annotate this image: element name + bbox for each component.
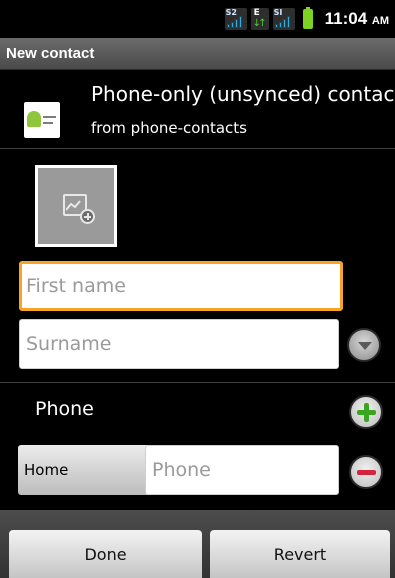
title-bar: New contact (0, 38, 395, 70)
done-button[interactable]: Done (9, 530, 202, 578)
remove-phone-button[interactable] (349, 455, 383, 489)
action-bar: Done Revert (0, 510, 395, 578)
account-subtitle: from phone-contacts (91, 119, 247, 137)
data-transfer-icon: E ↓ ↑ (250, 8, 269, 30)
first-name-field[interactable]: First name (19, 261, 343, 311)
signal-icon: SI (272, 8, 295, 30)
phone-field[interactable]: Phone (145, 445, 339, 495)
revert-button[interactable]: Revert (210, 530, 390, 578)
battery-icon (302, 7, 313, 29)
add-photo-icon (80, 209, 95, 224)
account-header: Phone-only (unsynced) contact from phone… (0, 74, 395, 146)
add-phone-button[interactable] (349, 395, 383, 429)
divider (0, 148, 395, 149)
android-account-icon (24, 102, 60, 138)
signal-icon: S2 (224, 8, 247, 30)
surname-field[interactable]: Surname (19, 319, 339, 369)
clock: 11:04 AM (324, 9, 389, 28)
page-title: New contact (6, 45, 95, 62)
account-title: Phone-only (unsynced) contact (91, 82, 395, 106)
expand-name-button[interactable] (347, 328, 381, 362)
status-bar: S2 E ↓ ↑ SI 11:04 AM (0, 0, 395, 38)
contact-photo-button[interactable] (35, 165, 117, 247)
phone-section-label: Phone (35, 398, 94, 420)
phone-type-button[interactable]: Home (18, 445, 158, 495)
divider (0, 382, 395, 383)
